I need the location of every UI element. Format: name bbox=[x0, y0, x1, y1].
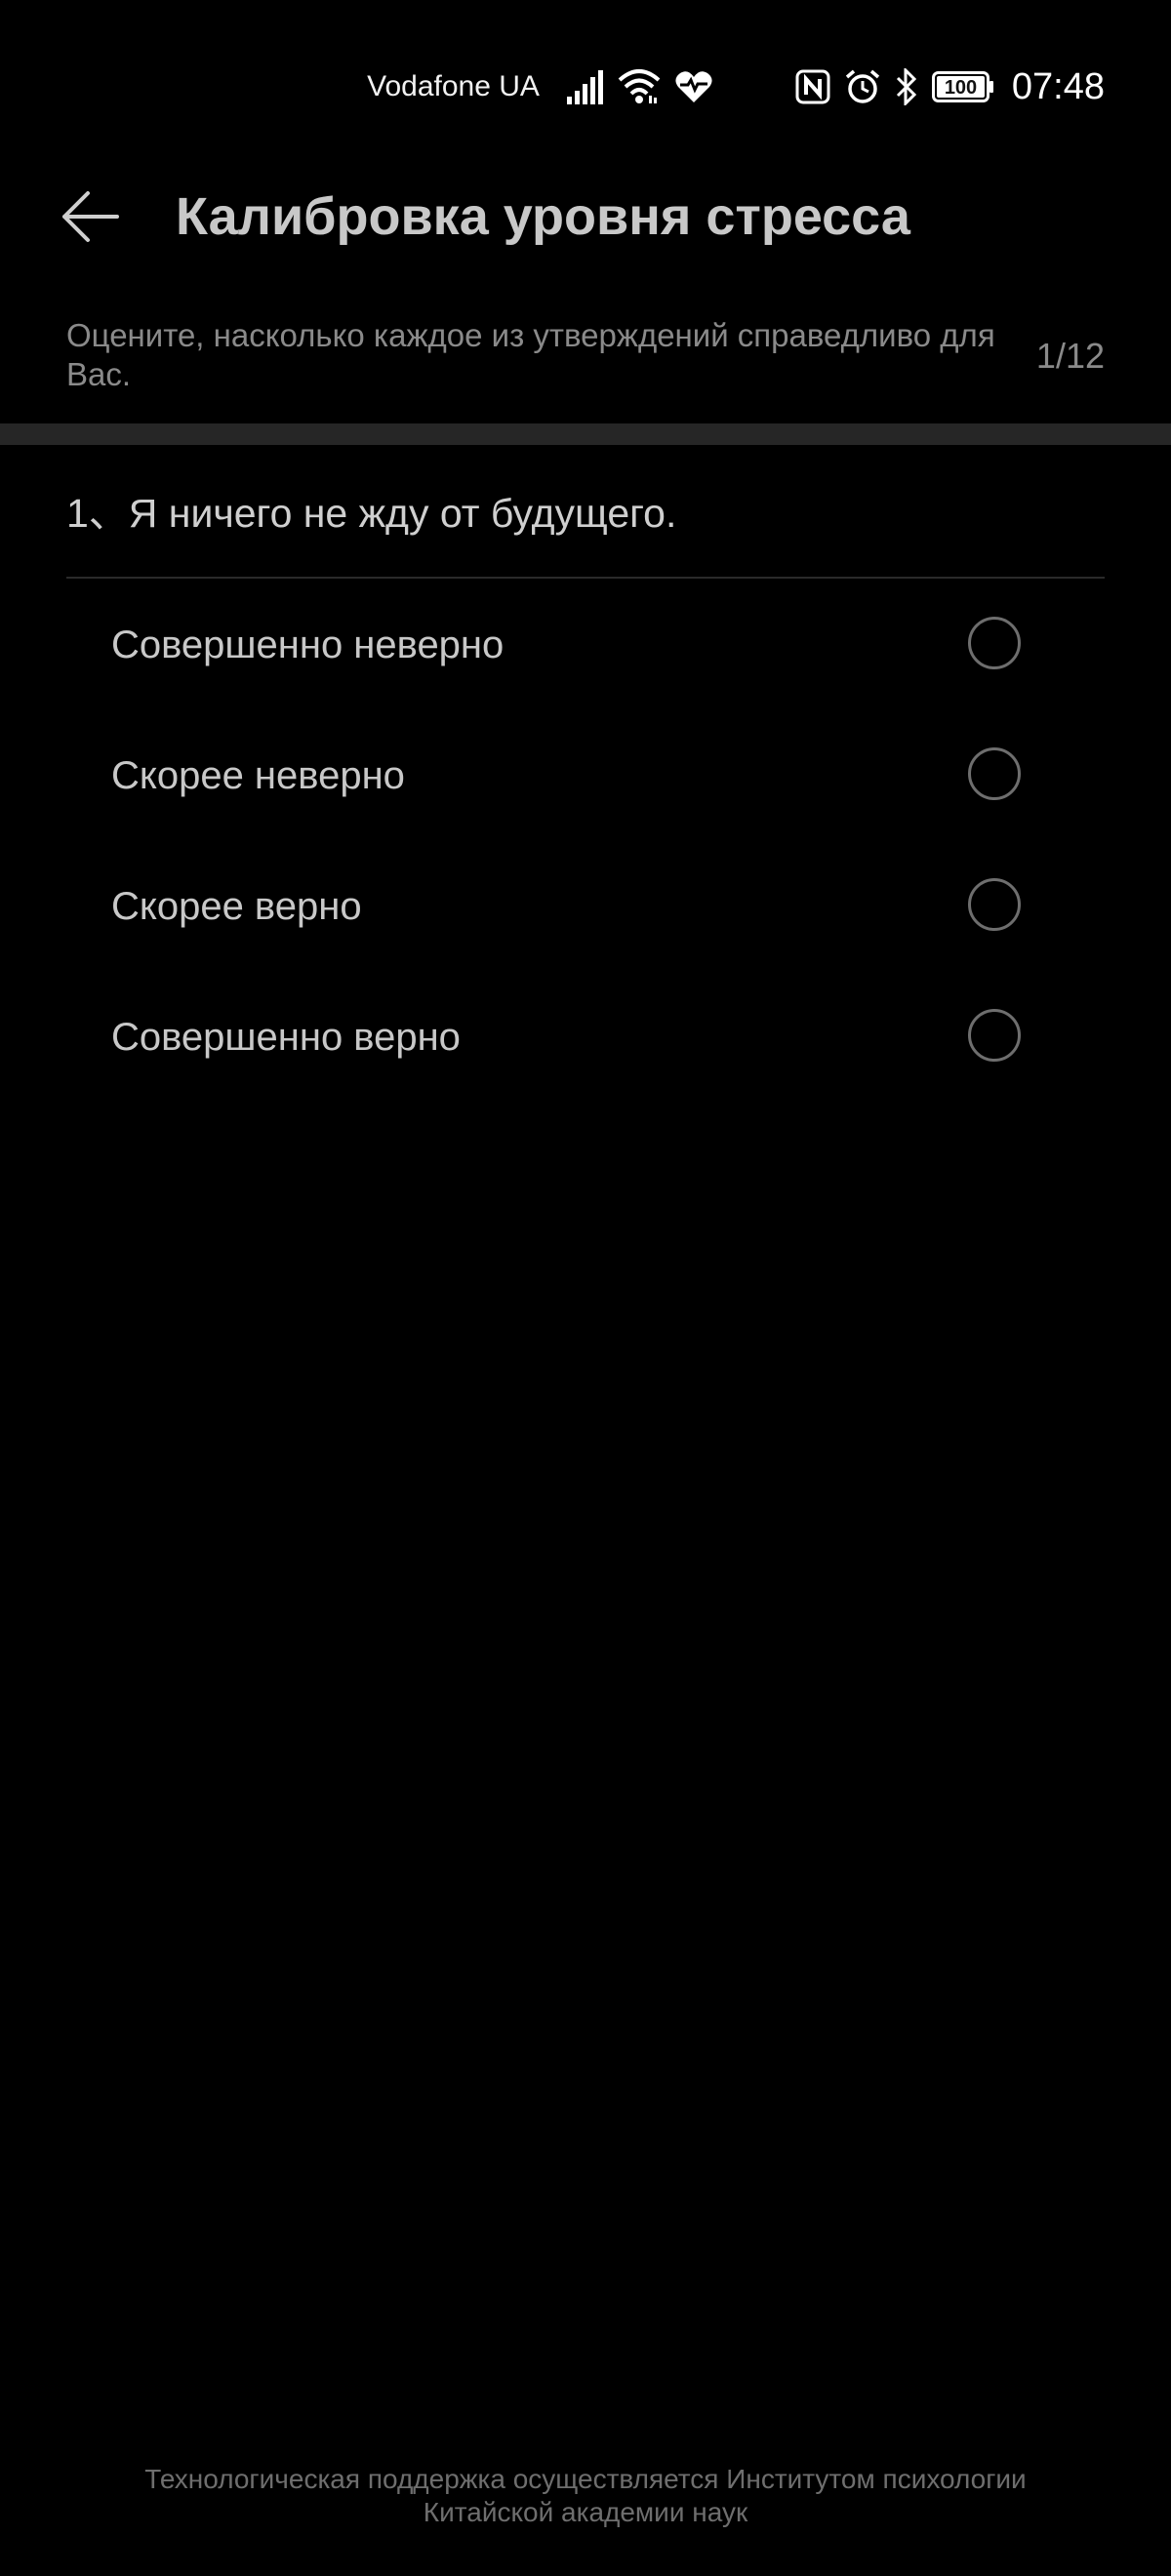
option-label: Скорее неверно bbox=[111, 754, 405, 797]
option-label: Скорее верно bbox=[111, 885, 362, 928]
option-rather-false[interactable]: Скорее неверно bbox=[0, 710, 1171, 841]
carrier-name: Vodafone UA bbox=[367, 70, 540, 102]
app-bar: Калибровка уровня стресса bbox=[0, 172, 1171, 262]
option-completely-false[interactable]: Совершенно неверно bbox=[0, 580, 1171, 710]
radio-button[interactable] bbox=[968, 617, 1021, 669]
alarm-icon bbox=[844, 68, 881, 105]
clock: 07:48 bbox=[1011, 65, 1105, 107]
answer-options: Совершенно неверно Скорее неверно Скорее… bbox=[0, 580, 1171, 1103]
radio-button[interactable] bbox=[968, 878, 1021, 931]
option-label: Совершенно верно bbox=[111, 1016, 461, 1059]
option-label: Совершенно неверно bbox=[111, 624, 505, 666]
instruction-text: Оцените, насколько каждое из утверждений… bbox=[66, 317, 995, 392]
heart-rate-icon bbox=[674, 69, 713, 104]
radio-button[interactable] bbox=[968, 747, 1021, 800]
page-title: Калибровка уровня стресса bbox=[176, 187, 910, 246]
signal-icon bbox=[565, 69, 604, 104]
bluetooth-icon bbox=[895, 68, 918, 105]
status-bar: Vodafone UA 100 07:48 bbox=[0, 0, 1171, 172]
footer-credits: Технологическая поддержка осуществляется… bbox=[0, 2463, 1171, 2529]
battery-level: 100 bbox=[945, 77, 977, 99]
question-text: 1、Я ничего не жду от будущего. bbox=[66, 491, 677, 536]
option-completely-true[interactable]: Совершенно верно bbox=[0, 972, 1171, 1103]
radio-button[interactable] bbox=[968, 1009, 1021, 1062]
footer-line-1: Технологическая поддержка осуществляется… bbox=[144, 2464, 1027, 2494]
section-divider bbox=[0, 423, 1171, 445]
back-button[interactable] bbox=[61, 183, 139, 250]
progress-indicator: 1/12 bbox=[1035, 336, 1105, 376]
question-divider bbox=[66, 577, 1105, 579]
arrow-left-icon bbox=[62, 191, 119, 242]
battery-icon: 100 bbox=[931, 71, 994, 102]
option-rather-true[interactable]: Скорее верно bbox=[0, 841, 1171, 972]
wifi-icon bbox=[618, 68, 661, 105]
status-icons: Vodafone UA 100 07:48 bbox=[367, 60, 1105, 113]
nfc-icon bbox=[795, 69, 830, 104]
footer-line-2: Китайской академии наук bbox=[423, 2497, 748, 2527]
